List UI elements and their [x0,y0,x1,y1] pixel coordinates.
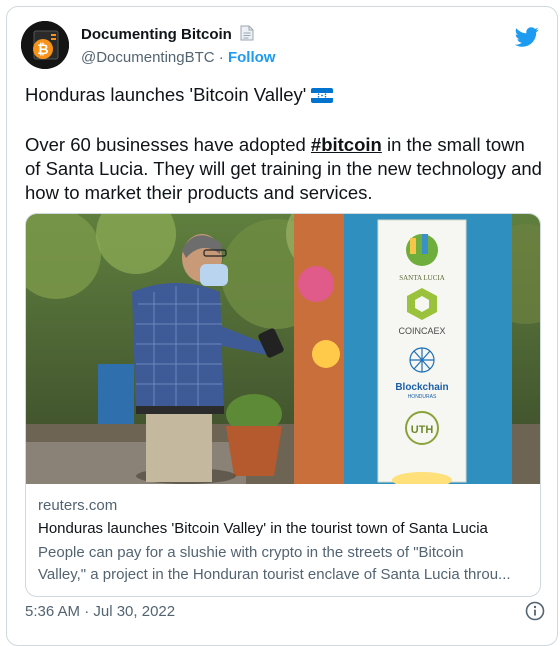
card-image[interactable]: SANTA LUCIA COINCAEX Blockchain HONDURAS… [26,214,540,484]
card-description-line: Valley," a project in the Honduran touri… [38,566,511,583]
tweet-timestamp[interactable]: 5:36 AM · Jul 30, 2022 [25,603,175,620]
banner-sponsor2-text: Blockchain [395,382,448,393]
banner-sponsor1-text: COINCAEX [398,326,445,336]
document-emoji-icon [240,25,254,46]
card-domain: reuters.com [38,497,118,514]
link-preview-card[interactable]: SANTA LUCIA COINCAEX Blockchain HONDURAS… [25,213,541,597]
tweet-header: ₿ Documenting Bitcoin @DocumentingBTC · … [21,19,543,75]
hashtag-bitcoin-link[interactable]: #bitcoin [311,134,382,155]
author-block: Documenting Bitcoin @DocumentingBTC · Fo… [81,25,275,66]
tweet-body-text-start: Over 60 businesses have adopted [25,134,311,155]
honduras-flag-icon [311,85,334,109]
twitter-bird-icon[interactable] [515,25,539,49]
tweet-card: ₿ Documenting Bitcoin @DocumentingBTC · … [6,6,558,646]
author-display-name[interactable]: Documenting Bitcoin [81,26,232,43]
banner-sponsor3-text: UTH [411,424,434,436]
handle-row: @DocumentingBTC · Follow [81,49,275,66]
card-photo: SANTA LUCIA COINCAEX Blockchain HONDURAS… [26,214,540,484]
banner-sponsor2-sub-text: HONDURAS [408,394,437,400]
handle-separator: · [214,49,228,66]
card-description: People can pay for a slushie with crypto… [38,542,528,586]
info-icon[interactable] [525,601,545,621]
tweet-footer: 5:36 AM · Jul 30, 2022 [25,601,545,625]
tweet-headline-text: Honduras launches 'Bitcoin Valley' [25,84,307,105]
bitcoin-avatar-icon: ₿ [21,21,69,69]
banner-town-text: SANTA LUCIA [399,274,445,282]
card-description-line: People can pay for a slushie with crypto… [38,544,464,561]
card-title[interactable]: Honduras launches 'Bitcoin Valley' in th… [38,519,528,539]
follow-button[interactable]: Follow [228,49,276,66]
card-meta: reuters.com Honduras launches 'Bitcoin V… [38,496,528,586]
tweet-headline: Honduras launches 'Bitcoin Valley' [25,83,545,109]
tweet-body: Over 60 businesses have adopted #bitcoin… [25,133,545,205]
svg-text:₿: ₿ [37,41,48,57]
avatar[interactable]: ₿ [21,21,69,69]
author-handle[interactable]: @DocumentingBTC [81,49,215,66]
tweet-text: Honduras launches 'Bitcoin Valley' Over … [25,83,545,205]
